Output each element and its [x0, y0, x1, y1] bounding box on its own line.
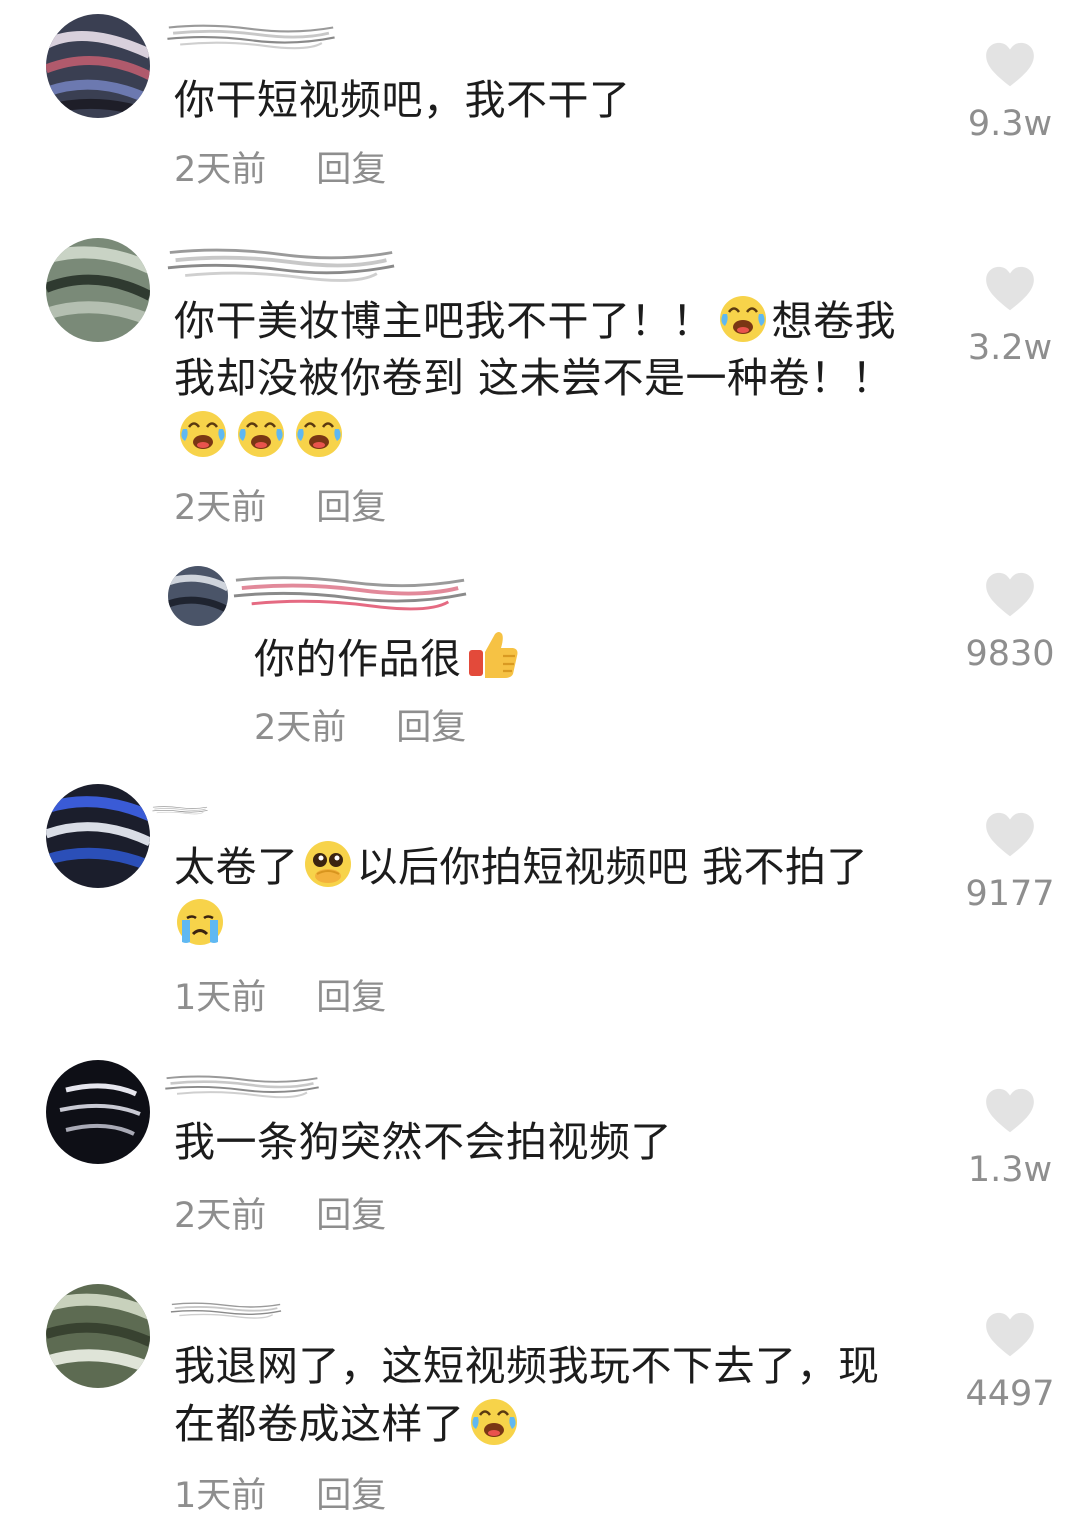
heart-icon — [984, 266, 1036, 312]
reply-button[interactable]: 回复 — [316, 150, 386, 190]
comment-text: 你干美妆博主吧我不干了！！ 想卷我我却没被你卷到 这未尝不是一种卷！！ — [174, 292, 904, 465]
avatar[interactable] — [46, 1284, 150, 1388]
laughing-crying-face-icon — [717, 292, 769, 344]
username-blurred[interactable] — [164, 1066, 320, 1110]
heart-icon — [984, 1088, 1036, 1134]
username-blurred[interactable] — [170, 1290, 282, 1334]
reply-button[interactable]: 回复 — [316, 1196, 386, 1236]
comment-time: 2天前 — [174, 488, 267, 528]
comment-time: 1天前 — [174, 1476, 267, 1516]
like-button[interactable]: 4497 — [955, 1312, 1065, 1416]
like-count: 1.3w — [967, 1150, 1053, 1190]
like-button[interactable]: 9830 — [955, 572, 1065, 676]
laughing-crying-face-icon — [468, 1395, 520, 1447]
like-count: 9.3w — [967, 104, 1053, 144]
like-button[interactable]: 1.3w — [955, 1088, 1065, 1192]
avatar[interactable] — [46, 1060, 150, 1164]
like-count: 4497 — [965, 1374, 1055, 1414]
like-button[interactable]: 9177 — [955, 812, 1065, 916]
comment-meta: 2天前 回复 — [254, 706, 466, 750]
comment-time: 1天前 — [174, 978, 267, 1018]
comment-text: 你干短视频吧，我不干了 — [174, 76, 631, 124]
comment-text: 我退网了，这短视频我玩不下去了，现在都卷成这样了 — [174, 1342, 880, 1448]
username-blurred[interactable] — [152, 790, 208, 834]
like-count: 3.2w — [967, 328, 1053, 368]
username-blurred[interactable] — [166, 16, 336, 60]
like-count: 9177 — [965, 874, 1055, 914]
reply-button[interactable]: 回复 — [316, 1476, 386, 1516]
avatar[interactable] — [46, 14, 150, 118]
reply-button[interactable]: 回复 — [396, 708, 466, 748]
avatar[interactable] — [168, 566, 228, 626]
crying-face-icon — [174, 896, 226, 948]
heart-icon — [984, 42, 1036, 88]
like-button[interactable]: 3.2w — [955, 266, 1065, 370]
like-button[interactable]: 9.3w — [955, 42, 1065, 146]
username-blurred[interactable] — [232, 572, 468, 616]
username-blurred[interactable] — [166, 244, 396, 288]
comment-time: 2天前 — [254, 708, 347, 748]
heart-icon — [984, 812, 1036, 858]
reply-button[interactable]: 回复 — [316, 978, 386, 1018]
comment-meta: 1天前 回复 — [174, 1474, 386, 1518]
comment-text: 太卷了 以后你拍短视频吧 我不拍了 — [174, 838, 914, 954]
laughing-crying-face-icon — [235, 407, 287, 459]
reply-button[interactable]: 回复 — [316, 488, 386, 528]
comment-time: 2天前 — [174, 1196, 267, 1236]
avatar[interactable] — [46, 238, 150, 342]
comment-meta: 2天前 回复 — [174, 148, 386, 192]
comment-time: 2天前 — [174, 150, 267, 190]
comment-text: 我一条狗突然不会拍视频了 — [174, 1118, 672, 1166]
avatar[interactable] — [46, 784, 150, 888]
comment-meta: 2天前 回复 — [174, 1194, 386, 1238]
comment-meta: 2天前 回复 — [174, 486, 386, 530]
comment-meta: 1天前 回复 — [174, 976, 386, 1020]
laughing-crying-face-icon — [293, 407, 345, 459]
heart-icon — [984, 572, 1036, 618]
thumbs-up-icon — [465, 626, 521, 682]
heart-icon — [984, 1312, 1036, 1358]
like-count: 9830 — [965, 634, 1055, 674]
pleading-face-icon — [302, 838, 354, 890]
comment-text: 你的作品很 — [254, 626, 894, 688]
laughing-crying-face-icon — [177, 407, 229, 459]
